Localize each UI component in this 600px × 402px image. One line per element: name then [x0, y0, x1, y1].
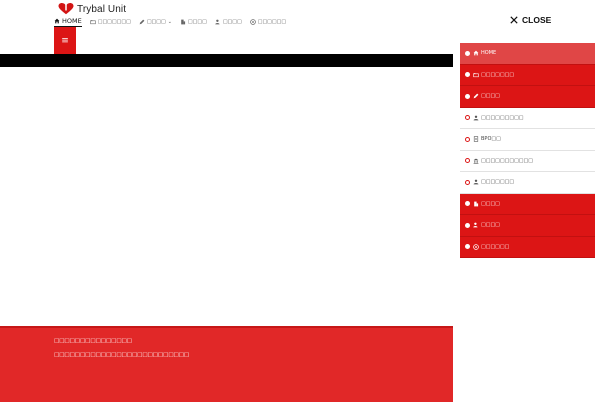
nav-item-works[interactable]: □□□□ ⌄ — [139, 17, 172, 26]
user-icon — [473, 115, 479, 121]
home-icon — [54, 18, 60, 23]
bullet-icon — [465, 136, 470, 142]
nav-item-label: □□□□□□ — [257, 18, 287, 25]
panel-subitem-1[interactable]: □□□□□□□□□ — [460, 107, 595, 129]
bullet-icon — [465, 93, 470, 99]
bank-icon — [473, 158, 479, 164]
close-icon — [510, 16, 518, 24]
panel-item-label: BPO□□ — [481, 136, 501, 143]
offcanvas-menu: HOME □□□□□□□ □□□□ □□□□□□□□□ BPO□□ □□□□□□… — [460, 43, 595, 258]
footer-section: □□□□□□□□□□□□□□□ □□□□□□□□□□□□□□□□□□□□□□□□… — [0, 326, 453, 402]
globe-icon — [473, 243, 479, 250]
panel-item-label: HOME — [481, 50, 497, 57]
nav-item-label: □□□□□□□ — [97, 18, 131, 25]
black-divider-bar — [0, 54, 453, 67]
panel-item-works[interactable]: □□□□ — [460, 86, 595, 108]
bullet-icon — [465, 50, 470, 56]
panel-item-label: □□□□ — [481, 200, 500, 207]
bullet-icon — [465, 72, 470, 78]
panel-item-label: □□□□□□□ — [481, 71, 515, 78]
folder-icon — [90, 19, 96, 24]
footer-text-line-1: □□□□□□□□□□□□□□□ — [54, 338, 132, 344]
document-icon — [473, 136, 479, 142]
panel-item-contact[interactable]: □□□□□□ — [460, 236, 595, 258]
chevron-down-icon: ⌄ — [167, 18, 172, 25]
panel-item-home[interactable]: HOME — [460, 43, 595, 65]
home-icon — [473, 50, 479, 56]
nav-item-services[interactable]: □□□□□□□ — [90, 17, 131, 26]
heart-logo-icon — [58, 3, 74, 15]
panel-item-label: □□□□□□□□□ — [481, 114, 524, 121]
bullet-icon — [465, 222, 470, 228]
nav-item-label: □□□□ — [222, 18, 242, 25]
panel-item-label: □□□□□□ — [481, 243, 510, 250]
close-label: CLOSE — [522, 15, 552, 25]
panel-item-label: □□□□□□□□□□□ — [481, 157, 533, 164]
panel-subitem-3[interactable]: □□□□□□□□□□□ — [460, 150, 595, 172]
hamburger-icon: ≡ — [61, 35, 69, 46]
building-icon — [474, 201, 479, 207]
pencil-icon — [139, 19, 145, 24]
panel-item-recruit[interactable]: □□□□ — [460, 215, 595, 237]
site-logo[interactable]: Trybal Unit — [58, 2, 126, 16]
panel-item-label: □□□□ — [481, 93, 500, 100]
panel-item-label: □□□□ — [481, 222, 500, 229]
globe-icon — [249, 18, 256, 25]
nav-item-label: □□□□ — [187, 18, 207, 25]
pencil-icon — [473, 93, 479, 99]
person-icon — [473, 179, 479, 185]
users-icon — [215, 19, 220, 24]
footer-text-line-2: □□□□□□□□□□□□□□□□□□□□□□□□□□ — [54, 352, 190, 358]
close-menu-button[interactable]: CLOSE — [510, 15, 551, 25]
users-icon — [473, 222, 478, 228]
bullet-icon — [465, 179, 470, 185]
nav-item-company[interactable]: □□□□ — [180, 17, 207, 26]
panel-item-services[interactable]: □□□□□□□ — [460, 64, 595, 86]
nav-item-label: HOME — [62, 16, 82, 25]
main-navigation: HOME □□□□□□□ □□□□ ⌄ □□□□ □□□□ □□□□□□ — [54, 16, 294, 27]
logo-text: Trybal Unit — [77, 3, 127, 15]
nav-item-contact[interactable]: □□□□□□ — [249, 17, 287, 26]
nav-item-label: □□□□ — [146, 18, 166, 25]
panel-item-label: □□□□□□□ — [481, 179, 515, 186]
bullet-icon — [465, 158, 470, 164]
panel-subitem-4[interactable]: □□□□□□□ — [460, 172, 595, 194]
panel-subitem-bpo[interactable]: BPO□□ — [460, 129, 595, 151]
folder-icon — [473, 72, 479, 77]
bullet-icon — [465, 244, 470, 250]
panel-item-company[interactable]: □□□□ — [460, 193, 595, 215]
nav-item-recruit[interactable]: □□□□ — [215, 17, 242, 26]
bullet-icon — [465, 115, 470, 121]
hamburger-menu-button[interactable]: ≡ — [54, 27, 76, 54]
nav-item-home[interactable]: HOME — [54, 16, 82, 27]
building-icon — [181, 19, 186, 24]
bullet-icon — [465, 201, 470, 207]
